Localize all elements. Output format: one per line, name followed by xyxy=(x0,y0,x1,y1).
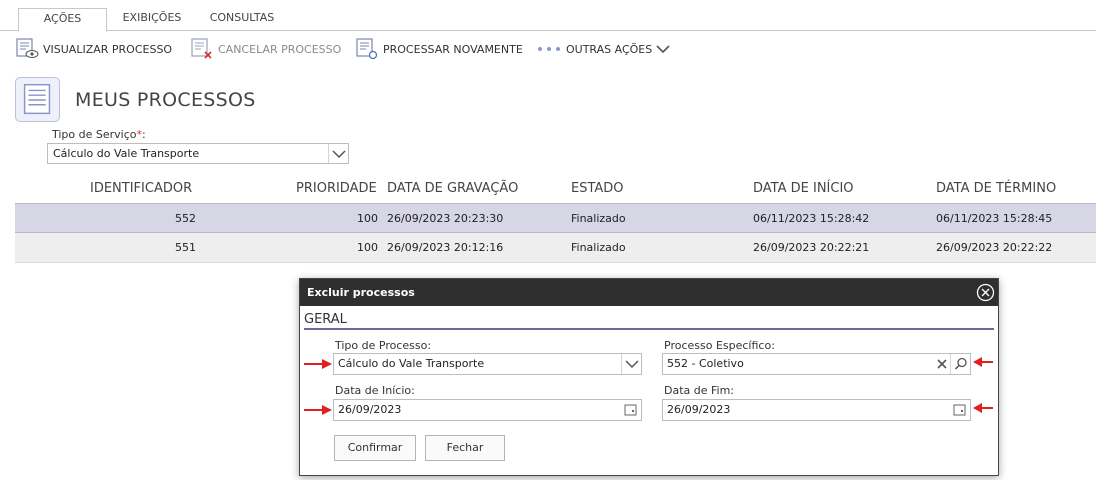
col-header-data-gravacao[interactable]: DATA DE GRAVAÇÃO xyxy=(387,181,518,196)
close-button[interactable]: Fechar xyxy=(425,435,505,461)
document-eye-icon xyxy=(16,38,39,58)
dialog-title: Excluir processos xyxy=(307,286,415,299)
start-date-field[interactable]: 26/09/2023 xyxy=(333,399,642,421)
end-date-field[interactable]: 26/09/2023 xyxy=(662,399,971,421)
chevron-down-icon xyxy=(332,150,346,159)
list-document-icon xyxy=(23,83,51,115)
service-type-colon: : xyxy=(142,128,146,141)
chevron-down-icon xyxy=(656,45,670,54)
tab-exibicoes[interactable]: EXIBIÇÕES xyxy=(112,8,192,31)
section-title-geral: GERAL xyxy=(304,312,994,330)
specific-process-field[interactable]: 552 - Coletivo xyxy=(662,353,971,375)
chevron-down-icon xyxy=(625,360,639,369)
process-type-value: Cálculo do Vale Transporte xyxy=(338,357,485,370)
service-type-value: Cálculo do Vale Transporte xyxy=(53,147,200,160)
cell-id: 551 xyxy=(175,241,196,254)
cell-start: 26/09/2023 20:22:21 xyxy=(753,241,870,254)
process-type-select[interactable]: Cálculo do Vale Transporte xyxy=(333,353,642,375)
col-header-data-termino[interactable]: DATA DE TÉRMINO xyxy=(936,181,1056,196)
search-icon xyxy=(954,357,967,370)
annotation-arrow-right-icon xyxy=(304,359,332,369)
table-row[interactable]: 552 100 26/09/2023 20:23:30 Finalizado 0… xyxy=(15,203,1096,233)
more-actions-label: OUTRAS AÇÕES xyxy=(566,42,653,56)
confirm-button[interactable]: Confirmar xyxy=(334,435,416,461)
process-type-dropdown-button[interactable] xyxy=(621,354,641,374)
page-title: MEUS PROCESSOS xyxy=(75,89,256,111)
cell-state: Finalizado xyxy=(571,241,626,254)
annotation-arrow-left-icon xyxy=(973,357,993,367)
document-x-icon xyxy=(191,38,212,59)
delete-process-dialog: Excluir processos GERAL Tipo de Processo… xyxy=(299,278,999,476)
col-header-estado[interactable]: ESTADO xyxy=(571,181,624,196)
cancel-process-label: CANCELAR PROCESSO xyxy=(218,42,342,56)
view-process-button[interactable]: VISUALIZAR PROCESSO xyxy=(15,38,172,60)
col-header-identificador[interactable]: IDENTIFICADOR xyxy=(90,181,192,196)
cell-start: 06/11/2023 15:28:42 xyxy=(753,212,870,225)
col-header-prioridade[interactable]: PRIORIDADE xyxy=(296,181,377,196)
cell-recorded: 26/09/2023 20:12:16 xyxy=(387,241,504,254)
end-date-value: 26/09/2023 xyxy=(667,403,731,416)
tab-consultas[interactable]: CONSULTAS xyxy=(199,8,285,31)
clear-icon[interactable] xyxy=(934,354,950,374)
cancel-process-button[interactable]: CANCELAR PROCESSO xyxy=(190,38,341,60)
close-icon[interactable] xyxy=(976,283,995,302)
start-date-label: Data de Início: xyxy=(335,384,415,397)
cell-end: 26/09/2023 20:22:22 xyxy=(936,241,1053,254)
dots-icon xyxy=(538,47,560,51)
cell-end: 06/11/2023 15:28:45 xyxy=(936,212,1053,225)
reprocess-button[interactable]: PROCESSAR NOVAMENTE xyxy=(355,38,523,60)
col-header-data-inicio[interactable]: DATA DE INÍCIO xyxy=(753,181,854,196)
specific-process-value: 552 - Coletivo xyxy=(667,357,744,370)
dialog-header: Excluir processos xyxy=(300,279,998,306)
tab-bar: AÇÕES EXIBIÇÕES CONSULTAS xyxy=(0,0,1096,32)
cell-id: 552 xyxy=(175,212,196,225)
table-row[interactable]: 551 100 26/09/2023 20:12:16 Finalizado 2… xyxy=(15,233,1096,263)
calendar-icon[interactable] xyxy=(952,400,968,420)
cell-recorded: 26/09/2023 20:23:30 xyxy=(387,212,504,225)
reprocess-label: PROCESSAR NOVAMENTE xyxy=(383,42,523,56)
annotation-arrow-left-icon xyxy=(973,403,993,413)
specific-process-label: Processo Específico: xyxy=(664,339,775,352)
process-type-label: Tipo de Processo: xyxy=(335,339,432,352)
cell-priority: 100 xyxy=(357,212,378,225)
service-type-label-text: Tipo de Serviço xyxy=(52,128,137,141)
service-type-select[interactable]: Cálculo do Vale Transporte xyxy=(47,143,349,164)
tab-acoes[interactable]: AÇÕES xyxy=(18,8,107,32)
service-type-label: Tipo de Serviço*: xyxy=(52,128,146,141)
calendar-icon[interactable] xyxy=(623,400,639,420)
annotation-arrow-right-icon xyxy=(304,405,332,415)
end-date-label: Data de Fim: xyxy=(664,384,735,397)
more-actions-menu[interactable]: OUTRAS AÇÕES xyxy=(537,38,670,60)
view-process-label: VISUALIZAR PROCESSO xyxy=(43,42,173,56)
page-list-icon xyxy=(15,77,60,122)
service-type-dropdown-button[interactable] xyxy=(328,144,348,163)
document-refresh-icon xyxy=(356,38,378,60)
cell-state: Finalizado xyxy=(571,212,626,225)
search-button[interactable] xyxy=(950,354,970,374)
cell-priority: 100 xyxy=(357,241,378,254)
start-date-value: 26/09/2023 xyxy=(338,403,402,416)
